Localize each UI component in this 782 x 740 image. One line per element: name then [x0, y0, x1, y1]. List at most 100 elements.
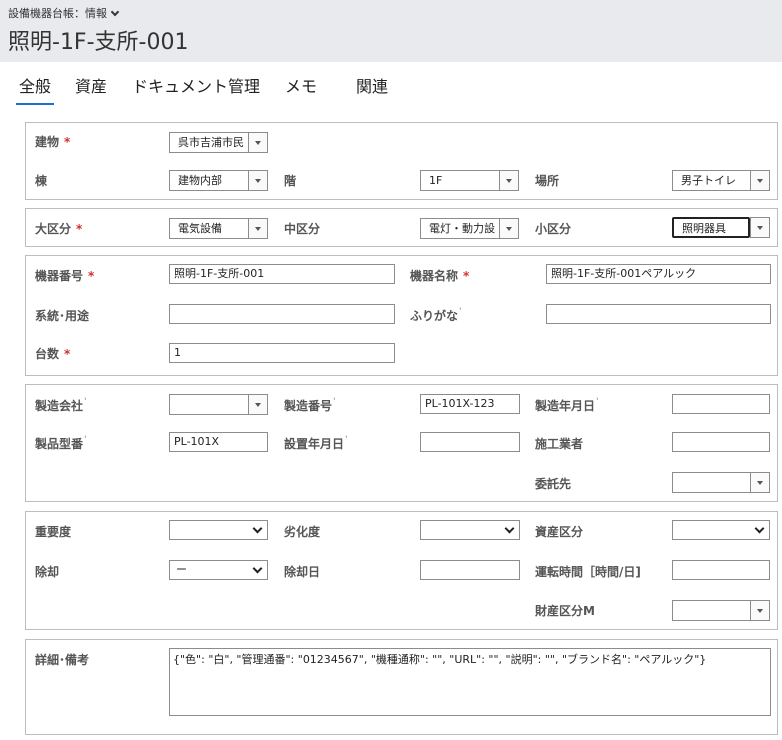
manufacture-date-label: 製造年月日' — [535, 397, 599, 413]
importance-label: 重要度 — [35, 525, 72, 539]
equipment-section: 機器番号 * 照明-1F-支所-001 機器名称 * 照明-1F-支所-001ペアル… — [25, 255, 778, 376]
dropdown-button[interactable] — [248, 170, 268, 191]
maker-combo[interactable] — [169, 394, 268, 415]
disposal-date-input[interactable] — [420, 560, 520, 580]
disposal-label: 除却 — [35, 565, 60, 579]
caret-down-icon — [506, 178, 512, 183]
asset-class-label: 資産区分 — [535, 525, 584, 539]
major-category-value[interactable]: 電気設備 — [169, 218, 248, 239]
furigana-input[interactable] — [546, 304, 771, 324]
building-label: 建物 * — [35, 135, 71, 149]
caret-down-icon — [255, 140, 261, 145]
help-dot-icon: ' — [84, 397, 87, 407]
property-class-label: 財産区分M — [535, 604, 595, 618]
category-section: 大区分 * 電気設備 中区分 電灯・動力設 小区分 照明器具 — [25, 208, 778, 247]
help-dot-icon: ' — [459, 307, 462, 317]
equipment-name-label: 機器名称 * — [410, 269, 470, 283]
tab-general[interactable]: 全般 — [16, 70, 55, 105]
tab-bar: 全般 資産 ドキュメント管理 メモ 関連 — [0, 70, 782, 105]
dropdown-button[interactable] — [750, 217, 770, 238]
help-dot-icon: ' — [333, 397, 336, 407]
dropdown-button[interactable] — [248, 218, 268, 239]
consign-label: 委託先 — [535, 477, 572, 491]
consign-value[interactable] — [672, 472, 750, 493]
chevron-down-icon — [252, 563, 263, 574]
manufacture-section: 製造会社' 製造番号' PL-101X-123 製造年月日' 製品型番' PL-… — [25, 384, 778, 502]
count-input[interactable]: 1 — [169, 343, 395, 363]
system-input[interactable] — [169, 304, 395, 324]
tab-documents[interactable]: ドキュメント管理 — [129, 70, 263, 103]
equipment-number-input[interactable]: 照明-1F-支所-001 — [169, 264, 395, 284]
details-section: 詳細･備考 {"色": "白", "管理通番": "01234567", "機種… — [25, 639, 778, 735]
dropdown-button[interactable] — [248, 394, 268, 415]
caret-down-icon — [757, 480, 763, 485]
middle-category-value[interactable]: 電灯・動力設 — [420, 218, 499, 239]
operating-hours-input[interactable] — [672, 560, 770, 580]
dropdown-button[interactable] — [750, 472, 770, 493]
building-combo[interactable]: 呉市吉浦市民 — [169, 132, 268, 153]
equipment-name-input[interactable]: 照明-1F-支所-001ペアルック — [546, 264, 771, 284]
caret-down-icon — [757, 608, 763, 613]
required-mark: * — [76, 222, 83, 236]
major-category-combo[interactable]: 電気設備 — [169, 218, 268, 239]
place-value[interactable]: 男子トイレ — [672, 170, 750, 191]
tab-memo[interactable]: メモ — [282, 70, 320, 103]
chevron-down-icon — [504, 523, 515, 534]
details-textarea[interactable]: {"色": "白", "管理通番": "01234567", "機種通称": "… — [169, 648, 771, 716]
help-dot-icon: ' — [84, 435, 87, 445]
system-label: 系統･用途 — [35, 309, 90, 323]
wing-combo[interactable]: 建物内部 — [169, 170, 268, 191]
wing-value[interactable]: 建物内部 — [169, 170, 248, 191]
floor-combo[interactable]: 1F — [420, 170, 519, 191]
degradation-label: 劣化度 — [284, 525, 321, 539]
importance-select[interactable] — [169, 520, 268, 540]
tab-assets[interactable]: 資産 — [72, 70, 110, 103]
asset-class-select[interactable] — [672, 520, 770, 540]
maker-value[interactable] — [169, 394, 248, 415]
chevron-down-icon[interactable] — [110, 7, 120, 16]
wing-label: 棟 — [35, 174, 48, 188]
caret-down-icon — [506, 226, 512, 231]
page-header: 設備機器台帳：情報 照明-1F-支所-001 — [0, 0, 782, 62]
floor-value[interactable]: 1F — [420, 170, 499, 191]
help-dot-icon: ' — [345, 435, 348, 445]
place-combo[interactable]: 男子トイレ — [672, 170, 770, 191]
serial-input[interactable]: PL-101X-123 — [420, 394, 520, 414]
dropdown-button[interactable] — [750, 170, 770, 191]
minor-category-combo[interactable]: 照明器具 — [672, 217, 770, 238]
disposal-date-label: 除却日 — [284, 565, 321, 579]
breadcrumb[interactable]: 設備機器台帳：情報 — [8, 5, 120, 21]
dropdown-button[interactable] — [248, 132, 268, 153]
breadcrumb-label: 設備機器台帳：情報 — [8, 7, 107, 20]
contractor-label: 施工業者 — [535, 437, 584, 451]
status-section: 重要度 劣化度 資産区分 除却 ー 除却日 運転時間［時間/日] 財産区分M — [25, 511, 778, 630]
property-class-combo[interactable] — [672, 600, 770, 621]
required-mark: * — [88, 269, 95, 283]
serial-label: 製造番号' — [284, 397, 336, 413]
caret-down-icon — [255, 178, 261, 183]
property-class-value[interactable] — [672, 600, 750, 621]
maker-label: 製造会社' — [35, 397, 87, 413]
dropdown-button[interactable] — [499, 218, 519, 239]
minor-category-value[interactable]: 照明器具 — [672, 217, 750, 238]
tab-related[interactable]: 関連 — [353, 70, 391, 103]
model-label: 製品型番' — [35, 435, 87, 451]
count-label: 台数 * — [35, 347, 71, 361]
install-date-input[interactable] — [420, 432, 520, 452]
middle-category-combo[interactable]: 電灯・動力設 — [420, 218, 519, 239]
caret-down-icon — [255, 402, 261, 407]
chevron-down-icon — [252, 523, 263, 534]
building-value[interactable]: 呉市吉浦市民 — [169, 132, 248, 153]
degradation-select[interactable] — [420, 520, 520, 540]
manufacture-date-input[interactable] — [672, 394, 770, 414]
model-input[interactable]: PL-101X — [169, 432, 268, 452]
disposal-select[interactable]: ー — [169, 560, 268, 580]
consign-combo[interactable] — [672, 472, 770, 493]
dropdown-button[interactable] — [499, 170, 519, 191]
dropdown-button[interactable] — [750, 600, 770, 621]
caret-down-icon — [255, 226, 261, 231]
contractor-input[interactable] — [672, 432, 770, 452]
floor-label: 階 — [284, 174, 297, 188]
chevron-down-icon — [754, 523, 765, 534]
operating-hours-label: 運転時間［時間/日] — [535, 565, 641, 579]
